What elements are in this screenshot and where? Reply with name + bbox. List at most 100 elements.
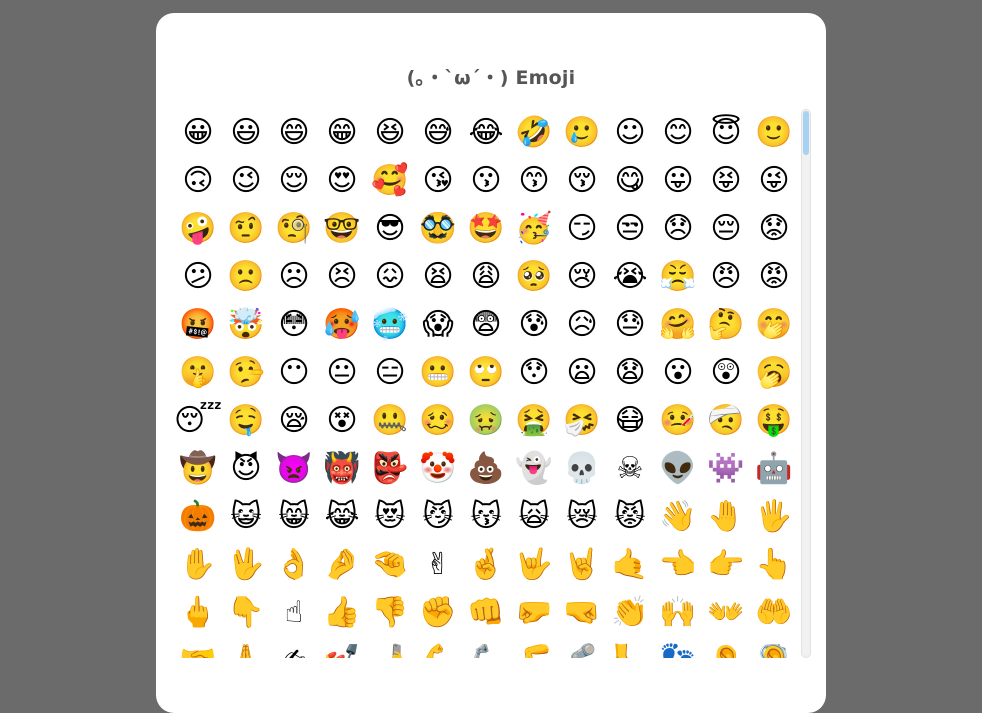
emoji-button[interactable]: 😖 (366, 253, 414, 301)
emoji-button[interactable]: 🤓 (318, 205, 366, 253)
emoji-button[interactable]: 😆 (366, 109, 414, 157)
emoji-button[interactable]: 😀 (174, 109, 222, 157)
emoji-button[interactable]: 😦 (558, 349, 606, 397)
emoji-button[interactable]: 😻 (366, 493, 414, 541)
emoji-button[interactable]: 😓 (606, 301, 654, 349)
emoji-button[interactable]: 🤚 (702, 493, 750, 541)
emoji-button[interactable]: 🙏 (222, 637, 270, 659)
emoji-button[interactable]: 🎃 (174, 493, 222, 541)
emoji-button[interactable]: 👣 (654, 637, 702, 659)
emoji-button[interactable]: 😃 (222, 109, 270, 157)
emoji-button[interactable]: 🤭 (750, 301, 798, 349)
emoji-button[interactable]: 😹 (318, 493, 366, 541)
emoji-button[interactable]: 💀 (558, 445, 606, 493)
emoji-button[interactable]: 😄 (270, 109, 318, 157)
emoji-button[interactable]: 😊 (654, 109, 702, 157)
emoji-button[interactable]: 😪 (270, 397, 318, 445)
scrollbar-thumb[interactable] (803, 111, 809, 155)
emoji-button[interactable]: 🦶 (606, 637, 654, 659)
emoji-button[interactable]: ☺ (606, 109, 654, 157)
emoji-button[interactable]: 🙂 (750, 109, 798, 157)
emoji-button[interactable]: 😍 (318, 157, 366, 205)
emoji-button[interactable]: 😬 (414, 349, 462, 397)
emoji-button[interactable]: 😕 (174, 253, 222, 301)
emoji-button[interactable]: 😛 (654, 157, 702, 205)
emoji-button[interactable]: 👆 (750, 541, 798, 589)
emoji-button[interactable]: 🤪 (174, 205, 222, 253)
emoji-button[interactable]: 👊 (462, 589, 510, 637)
emoji-button[interactable]: 😗 (462, 157, 510, 205)
emoji-button[interactable]: 😥 (558, 301, 606, 349)
emoji-button[interactable]: 😎 (366, 205, 414, 253)
emoji-button[interactable]: ☹ (270, 253, 318, 301)
emoji-button[interactable]: 🤫 (174, 349, 222, 397)
emoji-button[interactable]: 💅 (318, 637, 366, 659)
emoji-button[interactable]: 🦻 (750, 637, 798, 659)
emoji-button[interactable]: 😈 (222, 445, 270, 493)
emoji-button[interactable]: 😫 (414, 253, 462, 301)
emoji-button[interactable]: 🤒 (654, 397, 702, 445)
emoji-button[interactable]: 😼 (414, 493, 462, 541)
emoji-button[interactable]: 🤘 (558, 541, 606, 589)
emoji-button[interactable]: 😁 (318, 109, 366, 157)
emoji-button[interactable]: 🙄 (462, 349, 510, 397)
emoji-button[interactable]: ✊ (414, 589, 462, 637)
emoji-button[interactable]: 😱 (414, 301, 462, 349)
emoji-button[interactable]: 😔 (702, 205, 750, 253)
emoji-button[interactable]: 🙌 (654, 589, 702, 637)
emoji-button[interactable]: 👈 (654, 541, 702, 589)
emoji-button[interactable]: 👋 (654, 493, 702, 541)
emoji-button[interactable]: 🤨 (222, 205, 270, 253)
emoji-button[interactable]: 😾 (606, 493, 654, 541)
emoji-button[interactable]: 🤔 (702, 301, 750, 349)
emoji-button[interactable]: 🤛 (510, 589, 558, 637)
emoji-button[interactable]: 👌 (270, 541, 318, 589)
emoji-button[interactable]: 😵 (318, 397, 366, 445)
emoji-button[interactable]: 😶 (270, 349, 318, 397)
vertical-scrollbar[interactable] (801, 109, 811, 658)
emoji-button[interactable]: 😧 (606, 349, 654, 397)
emoji-button[interactable]: 😏 (558, 205, 606, 253)
emoji-button[interactable]: 🦾 (462, 637, 510, 659)
emoji-button[interactable]: 🤌 (318, 541, 366, 589)
emoji-button[interactable]: 😚 (558, 157, 606, 205)
emoji-button[interactable]: 🖐 (750, 493, 798, 541)
emoji-button[interactable]: 🥵 (318, 301, 366, 349)
emoji-button[interactable]: ✌ (414, 541, 462, 589)
emoji-button[interactable]: 😴 (174, 397, 222, 445)
emoji-button[interactable]: ☠ (606, 445, 654, 493)
emoji-button[interactable]: 🤟 (510, 541, 558, 589)
emoji-button[interactable]: 👽 (654, 445, 702, 493)
emoji-button[interactable]: 👐 (702, 589, 750, 637)
emoji-button[interactable]: 🧐 (270, 205, 318, 253)
emoji-button[interactable]: 😲 (702, 349, 750, 397)
emoji-button[interactable]: 😟 (750, 205, 798, 253)
emoji-button[interactable]: 😝 (702, 157, 750, 205)
emoji-button[interactable]: 🤥 (222, 349, 270, 397)
emoji-button[interactable]: 😐 (318, 349, 366, 397)
emoji-button[interactable]: 😷 (606, 397, 654, 445)
emoji-button[interactable]: 🤢 (462, 397, 510, 445)
emoji-button[interactable]: 😘 (414, 157, 462, 205)
emoji-button[interactable]: 🥰 (366, 157, 414, 205)
emoji-button[interactable]: 🥸 (414, 205, 462, 253)
emoji-button[interactable]: 😯 (510, 349, 558, 397)
emoji-button[interactable]: 😑 (366, 349, 414, 397)
emoji-button[interactable]: 🤧 (558, 397, 606, 445)
emoji-button[interactable]: 💪 (414, 637, 462, 659)
emoji-button[interactable]: 😂 (462, 109, 510, 157)
emoji-button[interactable]: 🤬 (174, 301, 222, 349)
emoji-button[interactable]: 👺 (366, 445, 414, 493)
emoji-button[interactable]: 😽 (462, 493, 510, 541)
emoji-button[interactable]: 🤯 (222, 301, 270, 349)
emoji-button[interactable]: 🤠 (174, 445, 222, 493)
emoji-button[interactable]: 🤕 (702, 397, 750, 445)
emoji-button[interactable]: 😇 (702, 109, 750, 157)
emoji-button[interactable]: 🤞 (462, 541, 510, 589)
emoji-button[interactable]: 😉 (222, 157, 270, 205)
emoji-button[interactable]: 😺 (222, 493, 270, 541)
emoji-button[interactable]: 🦿 (558, 637, 606, 659)
emoji-button[interactable]: 🤡 (414, 445, 462, 493)
emoji-button[interactable]: 🖕 (174, 589, 222, 637)
emoji-button[interactable]: ✍ (270, 637, 318, 659)
